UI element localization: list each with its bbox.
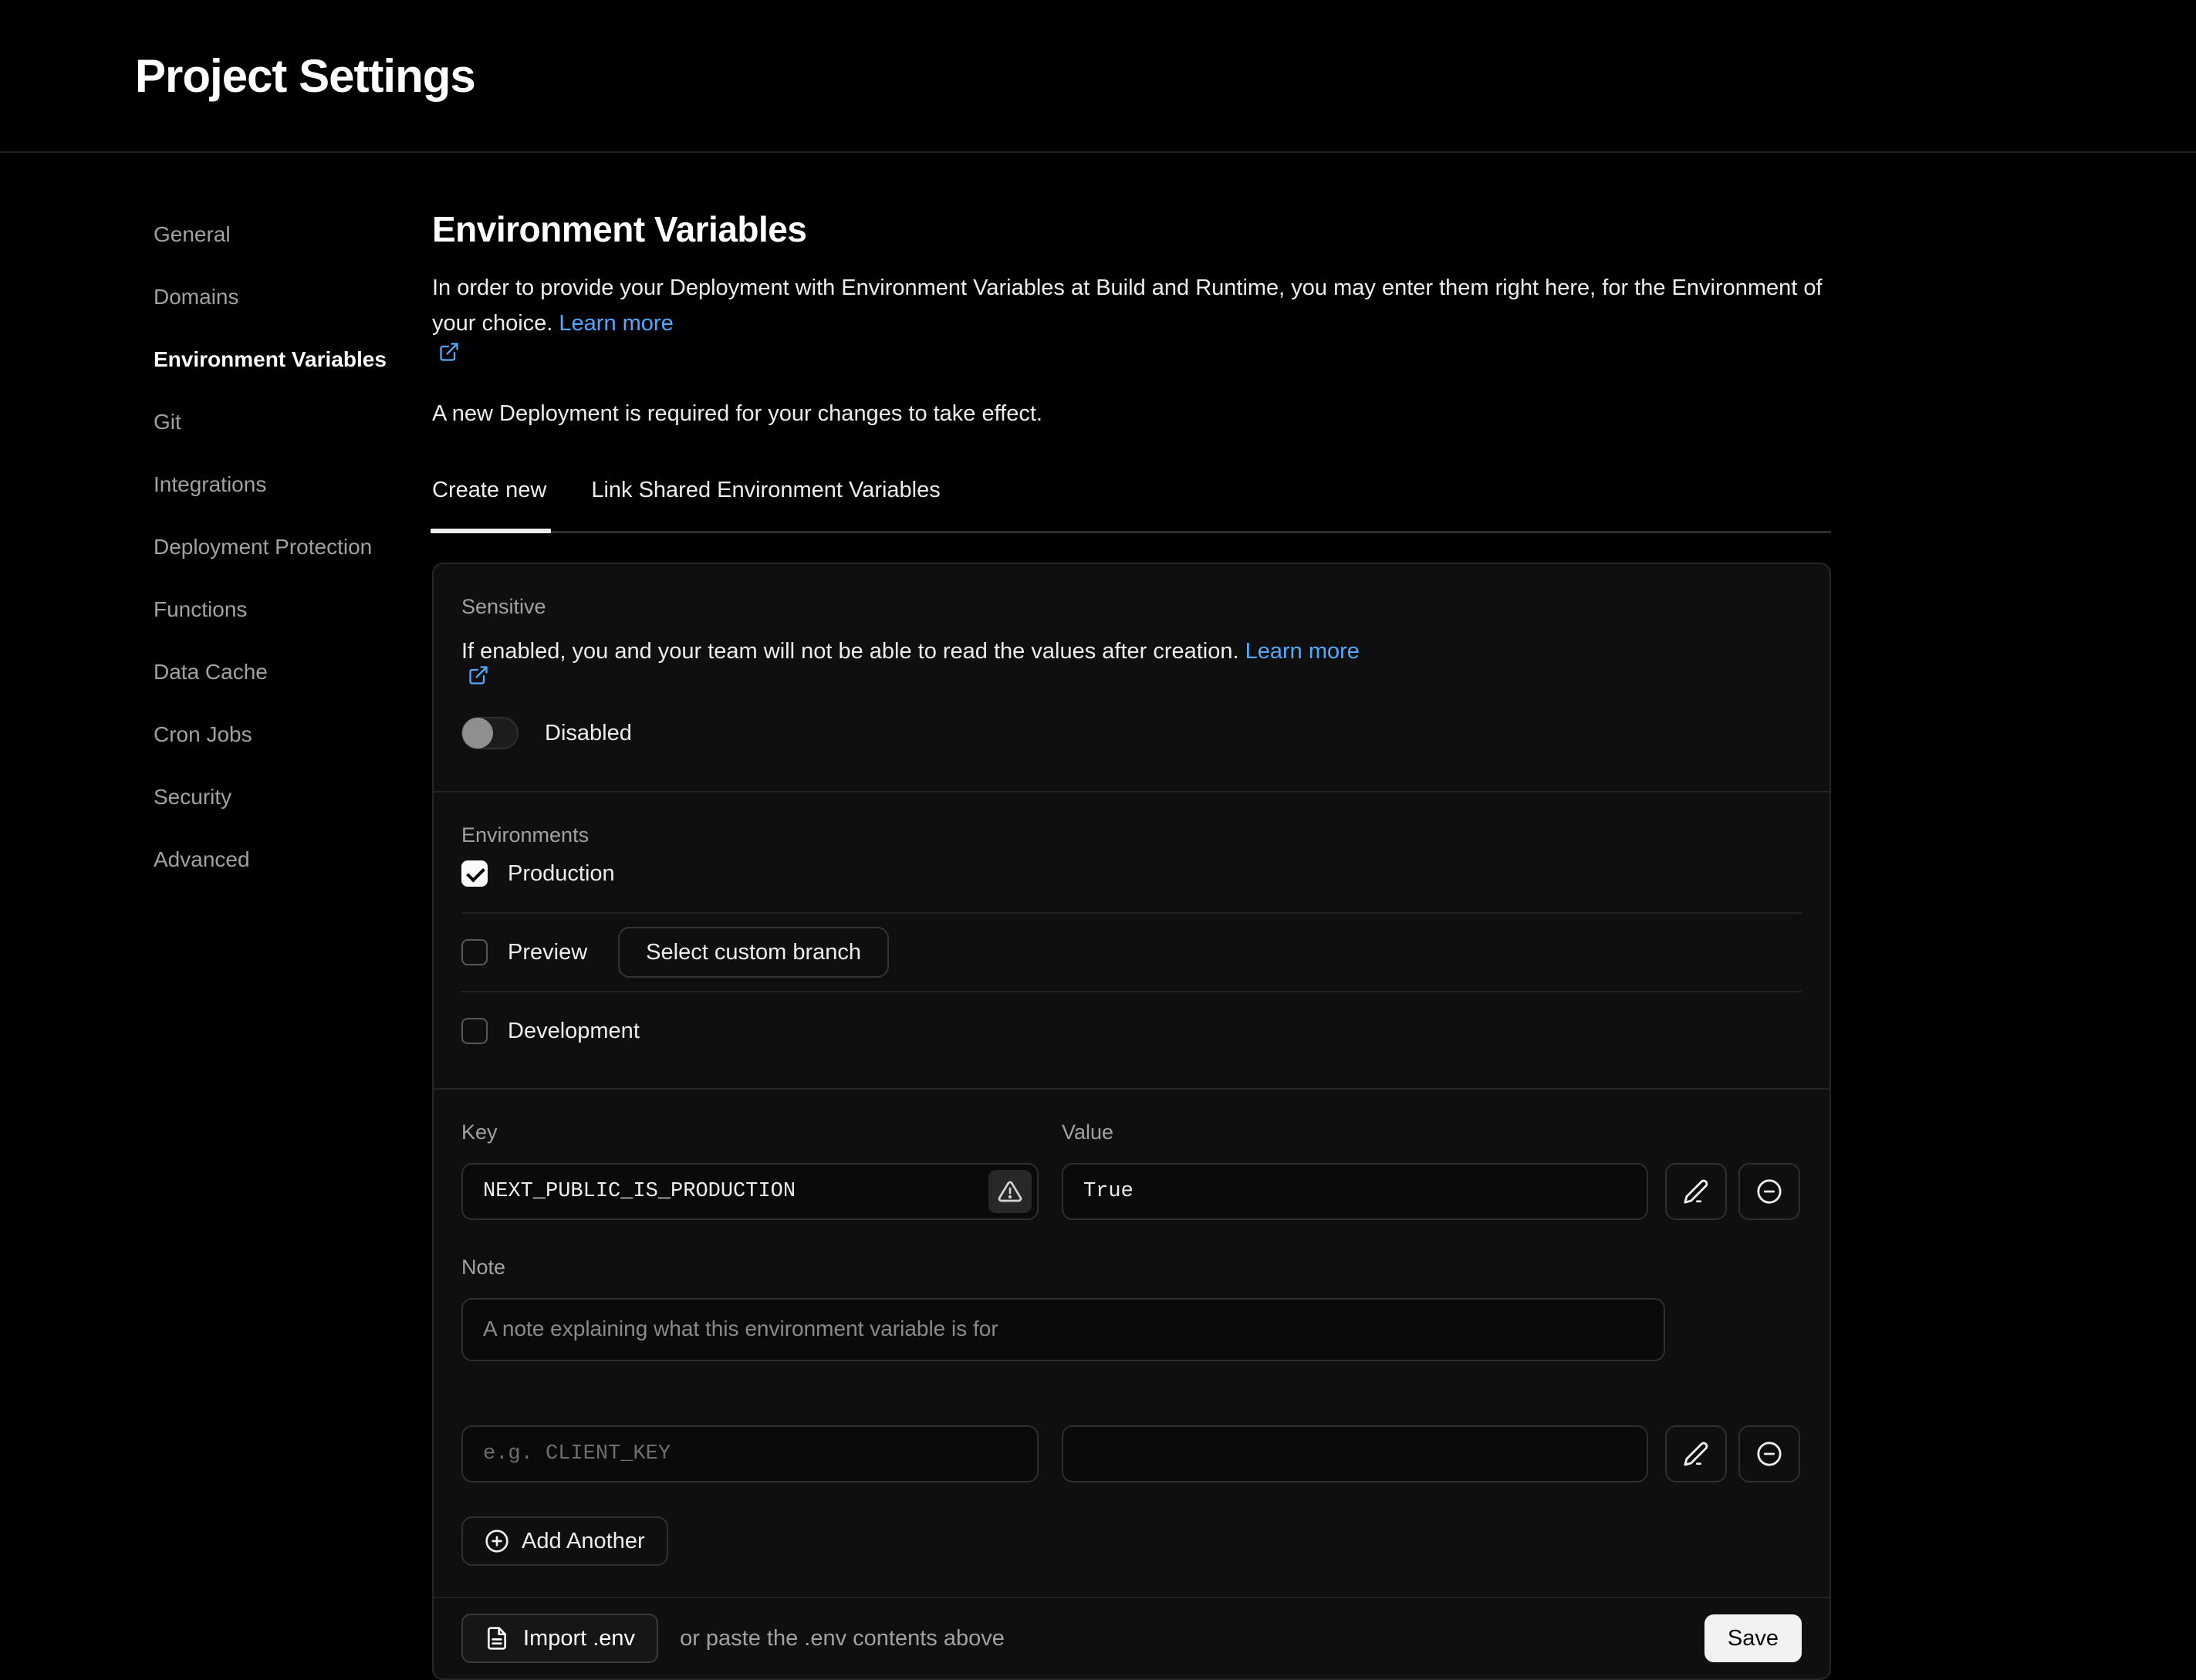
settings-sidebar: General Domains Environment Variables Gi… [0, 208, 432, 905]
tab-create-new[interactable]: Create new [432, 478, 546, 531]
value-input-wrap [1062, 1425, 1648, 1482]
remove-row-button[interactable] [1738, 1163, 1800, 1220]
env-var-row-2 [461, 1425, 1802, 1482]
pencil-icon [1683, 1441, 1709, 1467]
edit-value-button[interactable] [1665, 1163, 1727, 1220]
sidebar-item-advanced[interactable]: Advanced [154, 843, 432, 877]
development-label: Development [508, 1019, 640, 1044]
page-title: Project Settings [135, 49, 475, 103]
production-label: Production [508, 861, 615, 887]
create-env-var-card: Sensitive If enabled, you and your team … [432, 563, 1831, 1680]
file-text-icon [485, 1626, 509, 1651]
environments-section: Environments Production Preview Select c… [434, 791, 1829, 1088]
learn-more-label: Learn more [559, 311, 673, 336]
add-another-label: Add Another [522, 1529, 645, 1554]
select-custom-branch-button[interactable]: Select custom branch [618, 927, 889, 978]
sensitive-description-text: If enabled, you and your team will not b… [461, 639, 1239, 664]
key-value-section: Key Value [434, 1088, 1829, 1597]
save-button[interactable]: Save [1704, 1614, 1802, 1662]
learn-more-link[interactable]: Learn more [432, 311, 1831, 363]
key-input-2[interactable] [461, 1425, 1039, 1482]
sensitive-learn-more-label: Learn more [1245, 639, 1360, 664]
section-description: In order to provide your Deployment with… [432, 270, 1831, 363]
sensitive-label: Sensitive [461, 595, 1802, 619]
edit-value-button[interactable] [1665, 1425, 1727, 1482]
external-link-icon [468, 664, 489, 686]
environment-variables-panel: Environment Variables In order to provid… [432, 208, 1831, 1680]
sidebar-item-git[interactable]: Git [154, 405, 432, 439]
add-another-button[interactable]: Add Another [461, 1516, 668, 1566]
minus-circle-icon [1756, 1441, 1782, 1467]
sidebar-item-integrations[interactable]: Integrations [154, 468, 432, 502]
page-header: Project Settings [0, 0, 2196, 153]
preview-label: Preview [508, 940, 587, 965]
redeploy-note: A new Deployment is required for your ch… [432, 401, 1831, 427]
value-label: Value [1062, 1121, 1113, 1144]
sensitive-description: If enabled, you and your team will not b… [461, 639, 1802, 686]
key-warning-chip[interactable] [988, 1170, 1032, 1213]
warning-icon [998, 1179, 1022, 1204]
paste-hint: or paste the .env contents above [680, 1626, 1005, 1651]
sidebar-item-cron-jobs[interactable]: Cron Jobs [154, 718, 432, 752]
development-checkbox[interactable] [461, 1018, 488, 1044]
note-label: Note [461, 1256, 1802, 1279]
plus-circle-icon [485, 1529, 509, 1553]
key-input-wrap [461, 1163, 1039, 1220]
external-link-icon [438, 341, 460, 363]
remove-row-button[interactable] [1738, 1425, 1800, 1482]
import-env-button[interactable]: Import .env [461, 1614, 658, 1663]
environment-row-production: Production [461, 847, 1802, 900]
note-input[interactable] [461, 1298, 1665, 1361]
sidebar-item-environment-variables[interactable]: Environment Variables [154, 343, 432, 377]
environment-row-preview: Preview Select custom branch [461, 926, 1802, 979]
content-area: General Domains Environment Variables Gi… [0, 153, 2196, 1680]
tab-link-shared-env-vars[interactable]: Link Shared Environment Variables [591, 478, 940, 531]
sensitive-section: Sensitive If enabled, you and your team … [434, 564, 1829, 791]
sensitive-toggle-state: Disabled [545, 721, 632, 746]
value-input-2[interactable] [1062, 1425, 1648, 1482]
value-input-wrap [1062, 1163, 1648, 1220]
card-footer: Import .env or paste the .env contents a… [434, 1597, 1829, 1678]
sidebar-item-general[interactable]: General [154, 218, 432, 252]
production-checkbox[interactable] [461, 860, 488, 887]
kv-labels-row: Key Value [461, 1121, 1802, 1144]
row-divider [461, 912, 1802, 914]
sidebar-item-security[interactable]: Security [154, 780, 432, 814]
toggle-knob [462, 718, 493, 749]
import-env-label: Import .env [523, 1626, 635, 1651]
preview-checkbox[interactable] [461, 939, 488, 965]
row-divider [461, 991, 1802, 992]
environments-label: Environments [461, 823, 1802, 847]
value-input-1[interactable] [1062, 1163, 1648, 1220]
key-input-1[interactable] [461, 1163, 1039, 1220]
sidebar-item-functions[interactable]: Functions [154, 593, 432, 627]
key-input-wrap [461, 1425, 1039, 1482]
pencil-icon [1683, 1178, 1709, 1205]
sidebar-item-domains[interactable]: Domains [154, 280, 432, 314]
section-title: Environment Variables [432, 208, 1831, 250]
tab-bar: Create new Link Shared Environment Varia… [432, 478, 1831, 533]
key-label: Key [461, 1121, 1062, 1144]
minus-circle-icon [1756, 1178, 1782, 1205]
env-var-row-1 [461, 1163, 1802, 1220]
sensitive-toggle[interactable] [461, 717, 519, 749]
sidebar-item-data-cache[interactable]: Data Cache [154, 655, 432, 689]
sensitive-toggle-row: Disabled [461, 717, 1802, 749]
sidebar-item-deployment-protection[interactable]: Deployment Protection [154, 530, 432, 564]
environment-row-development: Development [461, 1005, 1802, 1057]
